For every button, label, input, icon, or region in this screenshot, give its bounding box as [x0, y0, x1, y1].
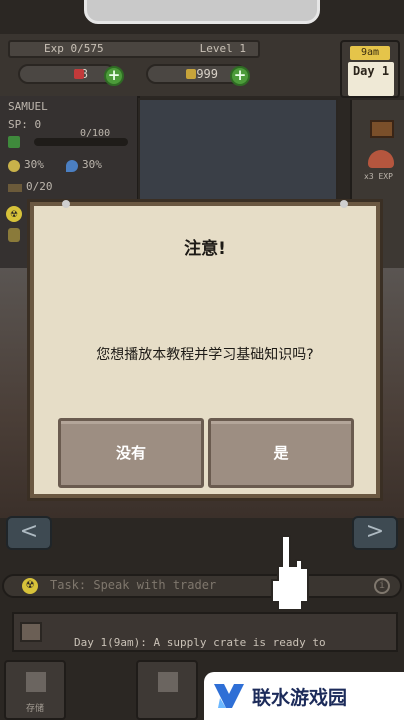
tab-crafting[interactable]	[136, 660, 198, 720]
watermark-text: 联水游戏园	[252, 687, 348, 709]
carry-value: 0/20	[26, 180, 53, 193]
day-indicator[interactable]: 9am Day 1	[340, 40, 400, 98]
food-icon	[8, 160, 20, 172]
weapon-icon	[8, 184, 22, 192]
task-bar[interactable]: ☢ Task: Speak with trader i	[2, 574, 402, 598]
book-icon	[20, 622, 42, 642]
food-percent: 30%	[24, 158, 44, 171]
water-drop-icon	[66, 160, 78, 172]
skill-points: SP: 0	[8, 118, 42, 131]
log-entry: Day 1(9am): A supply crate is ready to	[74, 636, 326, 649]
level-label: Level 1	[199, 42, 246, 55]
water-percent: 30%	[82, 158, 102, 171]
site-watermark: 联水游戏园	[204, 672, 404, 720]
yes-button[interactable]: 是	[208, 418, 354, 488]
exp-bar: Exp 0/575 Level 1	[8, 40, 260, 58]
exp-bonus-label: x3 EXP	[364, 172, 393, 181]
gold-icon	[186, 69, 196, 79]
currency-red-pill: 28	[18, 64, 116, 84]
radiation-icon: ☢	[6, 206, 22, 222]
day-label: Day 1	[348, 62, 394, 96]
add-currency-red-button[interactable]: +	[104, 66, 124, 86]
tutorial-dialog: 注意! 您想播放本教程并学习基础知识吗? 没有 是	[30, 200, 380, 498]
previous-button[interactable]: <	[6, 516, 52, 550]
hp-bar	[34, 138, 128, 146]
radiation-icon: ☢	[22, 578, 38, 594]
tab-label: 存储	[25, 704, 44, 714]
tab-storage[interactable]: 存储	[4, 660, 66, 720]
task-text: Task: Speak with trader	[50, 578, 217, 592]
dialog-title: 注意!	[184, 239, 226, 259]
pointing-hand-icon	[271, 535, 309, 610]
pin-icon	[340, 200, 348, 208]
chest-icon[interactable]	[370, 120, 394, 138]
watermark-logo-icon	[214, 684, 244, 708]
add-currency-gold-button[interactable]: +	[230, 66, 250, 86]
ruby-icon	[74, 69, 84, 79]
character-name: SAMUEL	[8, 100, 48, 113]
pin-icon	[62, 200, 70, 208]
dialog-message: 您想播放本教程并学习基础知识吗?	[96, 347, 314, 363]
currency-gold-value: 999	[196, 67, 218, 81]
no-button[interactable]: 没有	[58, 418, 204, 488]
top-speech-bubble	[84, 0, 320, 24]
storage-icon	[26, 672, 46, 692]
shield-icon	[8, 136, 20, 148]
day-time: 9am	[350, 46, 390, 60]
exp-label: Exp 0/575	[44, 42, 104, 55]
gear-icon	[158, 672, 178, 692]
bag-icon	[8, 228, 20, 242]
info-icon[interactable]: i	[374, 578, 390, 594]
event-log: Day 1(9am): A supply crate is ready to	[12, 612, 398, 652]
next-button[interactable]: >	[352, 516, 398, 550]
